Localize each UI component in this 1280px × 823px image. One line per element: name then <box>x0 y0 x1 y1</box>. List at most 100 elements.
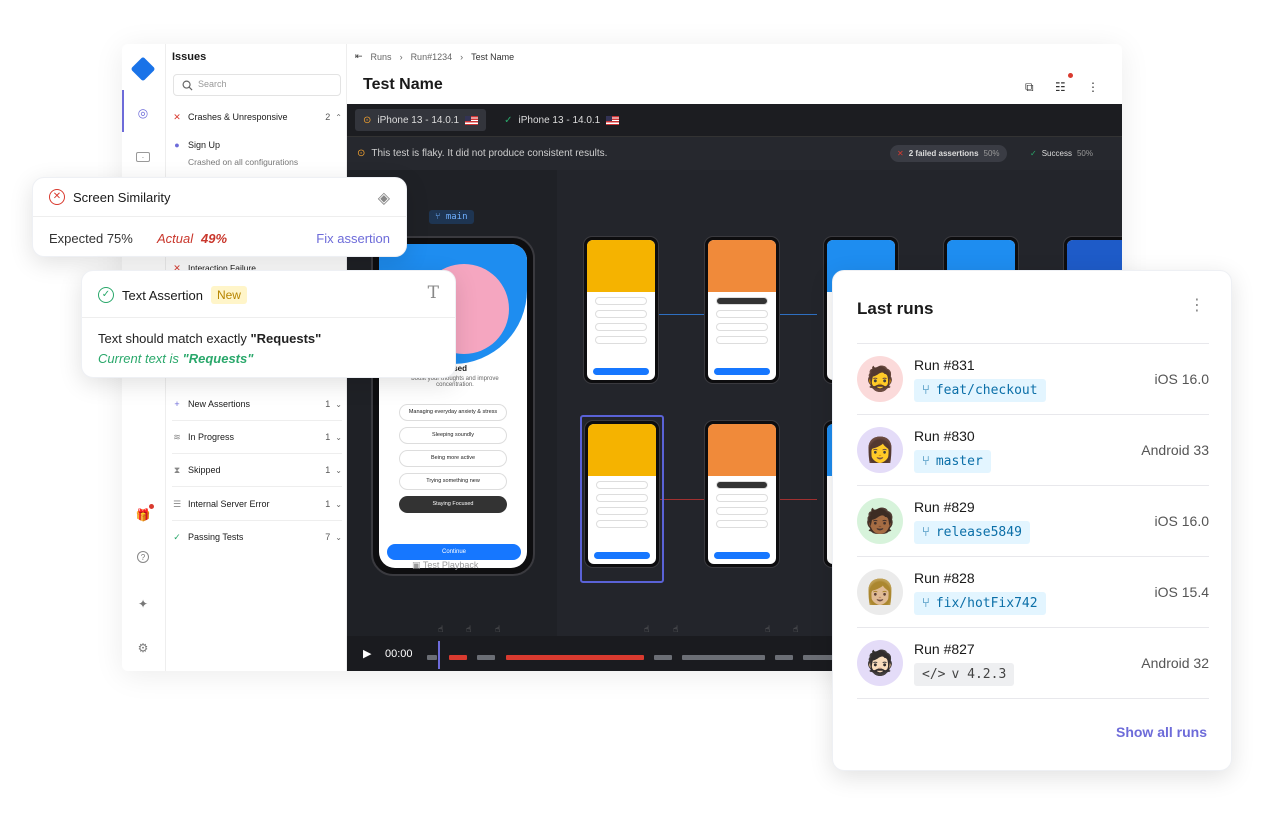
version-name: v 4.2.3 <box>951 667 1007 682</box>
gear-icon[interactable]: ⚙ <box>134 639 152 657</box>
issue-group-in-progress[interactable]: ≋ In Progress 1 ⌄ <box>172 428 342 446</box>
device-tab-label: iPhone 13 - 14.0.1 <box>377 114 460 126</box>
issues-title: Issues <box>172 51 207 63</box>
text-type-icon[interactable]: T <box>428 283 439 303</box>
server-icon: ☰ <box>172 498 182 509</box>
breadcrumb-run[interactable]: Run#1234 <box>411 52 453 62</box>
issue-group-label: Skipped <box>188 465 221 475</box>
fix-assertion-link[interactable]: Fix assertion <box>316 231 390 246</box>
line-prefix: Text should match exactly <box>98 331 247 346</box>
screen-option[interactable]: Trying something new <box>399 473 507 490</box>
branch-name: feat/checkout <box>935 383 1038 398</box>
avatar: 🧔 <box>857 356 903 402</box>
code-icon[interactable]: · <box>136 152 150 162</box>
card-title: Last runs <box>857 299 934 318</box>
tap-icon: ☝ <box>438 624 444 634</box>
search-input[interactable]: Search <box>173 74 341 96</box>
line-prefix: Current text is <box>98 351 179 366</box>
bullet-icon: ● <box>174 140 180 150</box>
branch-icon: ⑂ <box>922 596 930 611</box>
tap-icon: ☝ <box>673 624 679 634</box>
issue-group-count: 2 <box>325 112 331 122</box>
issue-group-crashes[interactable]: ✕ Crashes & Unresponsive 2 ⌃ <box>172 108 342 126</box>
screen-option[interactable]: Being more active <box>399 450 507 467</box>
error-icon: ✕ <box>173 111 181 122</box>
issue-group-new-assertions[interactable]: + New Assertions 1 ⌄ <box>172 395 342 413</box>
timecode: 00:00 <box>385 648 413 660</box>
branch-tag[interactable]: ⑂ fix/hotFix742 <box>914 592 1046 615</box>
run-row[interactable]: 🧔🏻 Run #827 </> v 4.2.3 Android 32 <box>857 627 1209 698</box>
screen-option[interactable]: Managing everyday anxiety & stress <box>399 404 507 421</box>
notification-dot <box>1068 73 1073 78</box>
platform: iOS 15.4 <box>1154 584 1209 600</box>
breadcrumb: ⇤ Runs › Run#1234 › Test Name <box>355 51 514 62</box>
code-icon: </> <box>922 667 946 682</box>
layers-icon[interactable]: ◈ <box>378 188 390 208</box>
run-row[interactable]: 🧔 Run #831 ⑂ feat/checkout iOS 16.0 <box>857 343 1209 414</box>
step-screen-selected[interactable] <box>584 420 660 568</box>
us-flag-icon <box>465 115 479 125</box>
play-icon[interactable]: ▶ <box>363 647 371 660</box>
device-tab-label: iPhone 13 - 14.0.1 <box>518 114 601 126</box>
success-pill[interactable]: ✓ Success 50% <box>1023 145 1100 162</box>
issue-group-server-error[interactable]: ☰ Internal Server Error 1 ⌄ <box>172 495 342 513</box>
issue-group-count: 1 <box>325 465 331 475</box>
branch-tag[interactable]: ⑂ master <box>914 450 991 473</box>
continue-button[interactable]: Continue <box>387 544 521 560</box>
step-screen[interactable] <box>704 236 780 384</box>
run-row[interactable]: 🧑🏾 Run #829 ⑂ release5849 iOS 16.0 <box>857 485 1209 556</box>
run-name: Run #827 <box>914 641 975 657</box>
branch-icon: ⑂ <box>922 454 930 469</box>
check-icon: ✓ <box>504 114 513 126</box>
issue-group-count: 1 <box>325 432 331 442</box>
branch-tag[interactable]: ⑂ release5849 <box>914 521 1030 544</box>
more-vertical-icon[interactable]: ⋮ <box>1087 80 1101 94</box>
us-flag-icon <box>606 115 620 125</box>
issue-sign-up[interactable]: ● Sign Up <box>172 136 342 154</box>
plugin-icon[interactable]: ✦ <box>134 595 152 613</box>
layers-icon: ≋ <box>173 431 181 442</box>
issue-group-passing[interactable]: ✓ Passing Tests 7 ⌄ <box>172 528 342 546</box>
chevron-down-icon: ⌄ <box>335 399 342 409</box>
branch-name: master <box>935 454 983 469</box>
issue-group-skipped[interactable]: ⧗ Skipped 1 ⌄ <box>172 461 342 479</box>
avatar: 👩 <box>857 427 903 473</box>
version-tag[interactable]: </> v 4.2.3 <box>914 663 1015 686</box>
run-row[interactable]: 👩🏼 Run #828 ⑂ fix/hotFix742 iOS 15.4 <box>857 556 1209 627</box>
failed-assertions-pill[interactable]: ✕ 2 failed assertions 50% <box>890 145 1007 162</box>
breadcrumb-runs[interactable]: Runs <box>371 52 392 62</box>
platform: iOS 16.0 <box>1154 371 1209 387</box>
tap-icon: ☝ <box>644 624 650 634</box>
issue-group-count: 1 <box>325 399 331 409</box>
logo <box>130 56 156 82</box>
tap-icon: ☝ <box>765 624 771 634</box>
device-tab-2[interactable]: ✓ iPhone 13 - 14.0.1 <box>496 109 627 131</box>
list-icon[interactable]: ☷ <box>1055 80 1069 94</box>
copy-icon[interactable]: ⧉ <box>1025 80 1039 94</box>
show-all-runs-link[interactable]: Show all runs <box>1116 724 1207 740</box>
step-screen[interactable] <box>583 236 659 384</box>
tap-icon: ☝ <box>793 624 799 634</box>
device-tab-1[interactable]: ⊙ iPhone 13 - 14.0.1 <box>355 109 487 131</box>
more-vertical-icon[interactable]: ⋮ <box>1189 295 1205 315</box>
screen-option[interactable]: Sleeping soundly <box>399 427 507 444</box>
step-screen[interactable] <box>704 420 780 568</box>
success-pct: 50% <box>1076 149 1093 158</box>
check-icon: ✓ <box>173 531 181 542</box>
help-icon[interactable]: ? <box>137 551 149 563</box>
run-row[interactable]: 👩 Run #830 ⑂ master Android 33 <box>857 414 1209 485</box>
flaky-text: This test is flaky. It did not produce c… <box>371 148 608 159</box>
current-text-line: Current text is "Requests" <box>98 351 253 366</box>
failed-label: 2 failed assertions <box>908 149 979 158</box>
branch-name: release5849 <box>935 525 1022 540</box>
branch-tag[interactable]: ⑂ feat/checkout <box>914 379 1046 402</box>
rocket-icon[interactable]: ◎ <box>134 104 152 122</box>
issue-group-label: New Assertions <box>188 399 251 409</box>
screen-option-selected[interactable]: Staying Focused <box>399 496 507 513</box>
issue-label: Sign Up <box>188 140 221 150</box>
test-playback[interactable]: ▣ Test Playback <box>412 560 478 571</box>
chevron-down-icon: ⌄ <box>335 499 342 509</box>
branch-icon: ⑂ <box>922 525 930 540</box>
collapse-icon[interactable]: ⇤ <box>355 51 363 62</box>
page-title: Test Name <box>363 76 443 93</box>
